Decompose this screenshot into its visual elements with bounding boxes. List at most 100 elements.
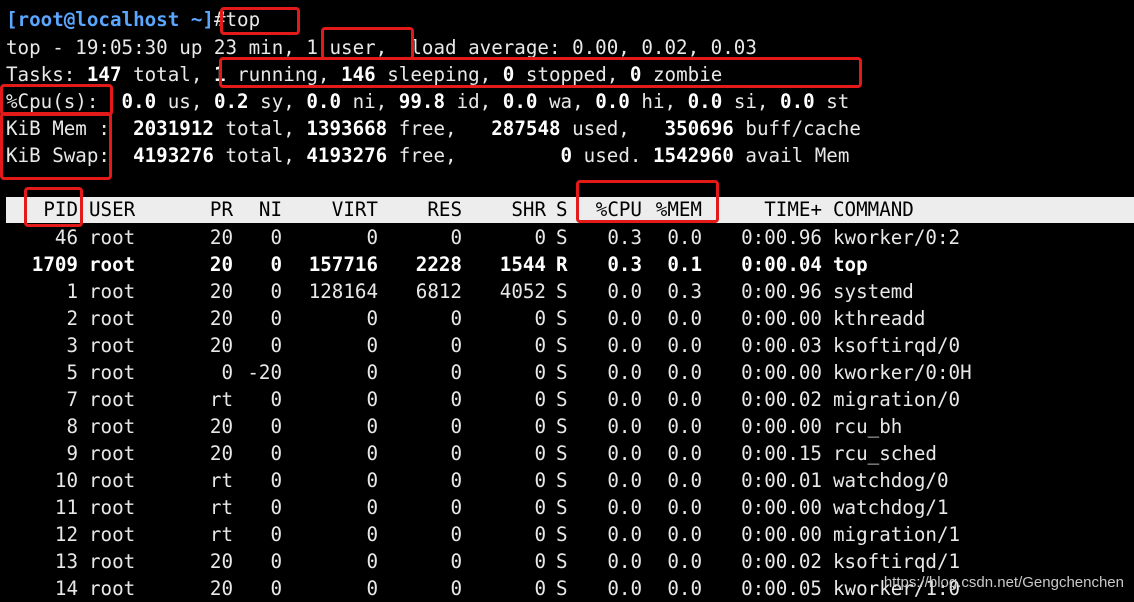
cell-s: S (556, 415, 568, 438)
cell-time: 0:00.03 (741, 334, 822, 357)
cell-pid: 1709 (31, 253, 78, 276)
cell-command: kthreadd (833, 307, 926, 330)
cpu-sy: 0.2 (213, 90, 249, 113)
cell-mem: 0.3 (667, 280, 702, 303)
cell-pr: 20 (209, 577, 233, 600)
cell-user: root (89, 523, 136, 546)
tasks-total: 147 (86, 63, 122, 86)
cell-user: root (89, 415, 136, 438)
header-user: USER (89, 198, 136, 221)
cell-time: 0:00.00 (741, 415, 822, 438)
header-ni: NI (258, 198, 282, 221)
cell-ni: 0 (270, 307, 282, 330)
cell-command: watchdog/0 (833, 469, 949, 492)
header-shr: SHR (511, 198, 546, 221)
cell-cpu: 0.0 (607, 442, 642, 465)
swap-free: 4193276 (306, 144, 388, 167)
mem-line: KiB Mem : 2031912 total, 1393668 free, 2… (6, 115, 861, 142)
cell-ni: 0 (270, 469, 282, 492)
cell-shr: 0 (534, 523, 546, 546)
cell-pr: rt (209, 469, 233, 492)
cell-shr: 0 (534, 496, 546, 519)
cell-pr: 20 (209, 307, 233, 330)
cell-command: migration/1 (833, 523, 961, 546)
cell-res: 0 (450, 388, 462, 411)
cell-pid: 10 (54, 469, 78, 492)
cell-user: root (89, 442, 136, 465)
cell-ni: 0 (270, 577, 282, 600)
cell-time: 0:00.01 (741, 469, 822, 492)
mem-cache: 350696 (664, 117, 734, 140)
cell-shr: 0 (534, 442, 546, 465)
cell-ni: -20 (247, 361, 282, 384)
cpu-st-word: st (814, 90, 850, 113)
cell-cpu: 0.0 (607, 361, 642, 384)
highlight-command (220, 7, 300, 35)
cell-pid: 46 (54, 226, 78, 249)
cpu-wa: 0.0 (502, 90, 538, 113)
cell-command: kworker/0:0H (833, 361, 972, 384)
highlight-users (321, 27, 414, 60)
cell-cpu: 0.0 (607, 469, 642, 492)
cpu-hi: 0.0 (595, 90, 630, 113)
cell-ni: 0 (270, 415, 282, 438)
cell-time: 0:00.00 (741, 496, 822, 519)
cell-s: S (556, 226, 568, 249)
tasks-total-word: total, (121, 63, 214, 86)
cell-time: 0:00.15 (741, 442, 822, 465)
cell-mem: 0.0 (667, 334, 702, 357)
cell-cpu: 0.0 (607, 577, 642, 600)
cell-pid: 8 (66, 415, 78, 438)
cell-user: root (89, 496, 136, 519)
cell-cpu: 0.0 (607, 496, 642, 519)
cell-pr: 20 (209, 334, 233, 357)
cell-mem: 0.0 (667, 550, 702, 573)
cell-virt: 128164 (308, 280, 378, 303)
cell-res: 2228 (415, 253, 462, 276)
cell-s: S (556, 388, 568, 411)
cell-shr: 0 (534, 577, 546, 600)
cell-mem: 0.0 (667, 577, 702, 600)
cpu-wa-word: wa, (537, 90, 596, 113)
cell-pr: 20 (209, 253, 233, 276)
cell-res: 0 (450, 307, 462, 330)
cell-pr: 20 (209, 226, 233, 249)
terminal-window[interactable]: [root@localhost ~]#top top - 19:05:30 up… (0, 0, 1134, 601)
swap-line: KiB Swap: 4193276 total, 4193276 free, 0… (6, 142, 849, 169)
cell-pr: 0 (221, 361, 233, 384)
cell-user: root (89, 253, 136, 276)
load-average: load average: 0.00, 0.02, 0.03 (387, 36, 757, 59)
cell-mem: 0.0 (667, 361, 702, 384)
cpu-sy-word: sy, (248, 90, 307, 113)
cell-ni: 0 (270, 253, 282, 276)
tasks-label: Tasks: (6, 63, 87, 86)
cell-s: S (556, 496, 568, 519)
cell-time: 0:00.02 (741, 550, 822, 573)
cell-mem: 0.0 (667, 307, 702, 330)
cell-cpu: 0.3 (607, 226, 642, 249)
cell-command: systemd (833, 280, 914, 303)
cell-ni: 0 (270, 523, 282, 546)
cell-virt: 0 (366, 469, 378, 492)
cell-virt: 0 (366, 577, 378, 600)
cell-s: S (556, 550, 568, 573)
cell-user: root (89, 280, 136, 303)
cell-res: 0 (450, 577, 462, 600)
swap-used-word: used. (572, 144, 653, 167)
cell-pr: 20 (209, 550, 233, 573)
prompt-user-host: [root@localhost ~] (6, 8, 214, 31)
swap-avail-word: avail Mem (733, 144, 850, 167)
cell-command: ksoftirqd/1 (833, 550, 961, 573)
cell-time: 0:00.04 (741, 253, 822, 276)
cell-res: 0 (450, 496, 462, 519)
cell-shr: 0 (534, 307, 546, 330)
cell-cpu: 0.0 (607, 415, 642, 438)
cell-shr: 4052 (499, 280, 546, 303)
cell-user: root (89, 307, 136, 330)
cell-mem: 0.0 (667, 496, 702, 519)
cell-pid: 3 (66, 334, 78, 357)
cpu-id-word: id, (445, 90, 503, 113)
header-command: COMMAND (833, 198, 914, 221)
cell-cpu: 0.0 (607, 280, 642, 303)
cell-cpu: 0.0 (607, 307, 642, 330)
